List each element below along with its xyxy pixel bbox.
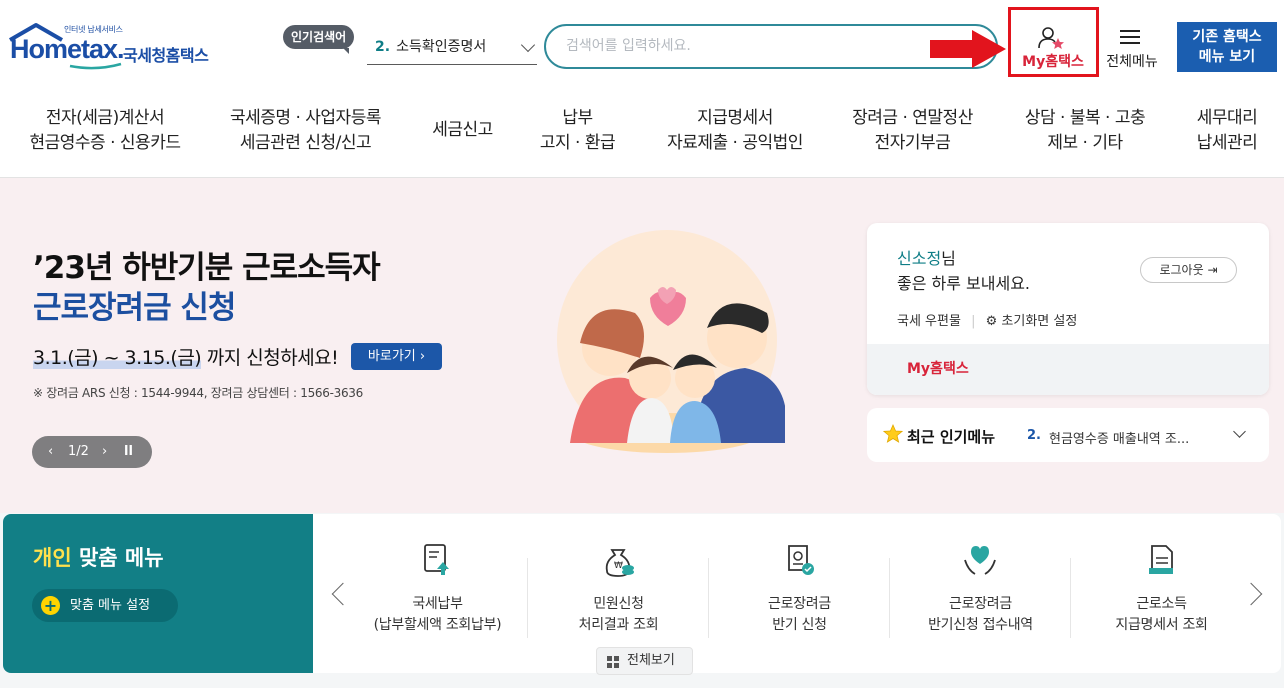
- recent-menu-title: 최근 인기메뉴: [907, 428, 996, 446]
- user-name-suffix: 님: [941, 249, 956, 268]
- logout-button[interactable]: 로그아웃 ⇥: [1140, 257, 1237, 283]
- logout-label: 로그아웃: [1159, 263, 1204, 277]
- grid-icon: [607, 656, 619, 668]
- popular-search-tag: 인기검색어: [283, 25, 355, 54]
- money-bag-icon: ₩: [605, 549, 634, 577]
- legacy-menu-line2: 메뉴 보기: [1198, 49, 1256, 65]
- legacy-menu-button[interactable]: 기존 홈택스 메뉴 보기: [1177, 22, 1277, 72]
- title-rest: 맞춤 메뉴: [71, 546, 164, 570]
- pager-count: 1/2: [68, 444, 89, 459]
- banner-pager: ‹ 1/2 › ll: [32, 436, 152, 468]
- menu-settings-label: 맞춤 메뉴 설정: [70, 598, 151, 613]
- gnb-item-payment[interactable]: 납부 고지 · 환급: [525, 106, 630, 156]
- go-button[interactable]: 바로가기 ›: [351, 343, 442, 370]
- hometax-logo[interactable]: 인터넷 납세서비스 Hometax. 국세청홈택스: [6, 22, 221, 72]
- gnb-item-tax-filing[interactable]: 세금신고: [420, 118, 505, 143]
- divider: |: [971, 314, 976, 329]
- my-hometax-link[interactable]: My홈택스: [1016, 51, 1090, 71]
- logo-wordmark: Hometax.: [10, 34, 125, 64]
- my-hometax-card-link[interactable]: My홈택스: [907, 358, 969, 378]
- hero-date-text: 3.1.(금) ~ 3.15.(금) 까지 신청하세요!: [33, 343, 339, 370]
- hands-heart-icon: [964, 546, 996, 575]
- menu-item-incentive-apply[interactable]: 근로장려금 반기 신청: [709, 514, 890, 673]
- document-stack-icon: [1149, 545, 1173, 574]
- gnb-item-consulting[interactable]: 상담 · 불복 · 고충 제보 · 기타: [1010, 106, 1160, 156]
- view-all-label: 전체보기: [627, 653, 675, 668]
- plus-icon: +: [41, 596, 60, 615]
- title-highlight: 개인: [33, 546, 72, 570]
- star-icon: [883, 424, 903, 443]
- gnb-item-e-invoice[interactable]: 전자(세금)계산서 현금영수증 · 신용카드: [20, 106, 190, 156]
- hero-banner: ’23년 하반기분 근로소득자 근로장려금 신청 3.1.(금) ~ 3.15.…: [0, 178, 1284, 513]
- family-illustration-icon: [557, 230, 785, 453]
- popular-search-term: 소득확인증명서: [396, 39, 487, 55]
- menu-item-incentive-status[interactable]: 근로장려금 반기신청 접수내역: [890, 514, 1071, 673]
- document-badge-icon: [788, 545, 814, 575]
- view-all-button[interactable]: 전체보기: [596, 647, 693, 675]
- gnb-item-statements[interactable]: 지급명세서 자료제출 · 공익법인: [655, 106, 815, 156]
- hero-date-suffix: 까지 신청하세요!: [201, 347, 339, 369]
- logout-icon: ⇥: [1207, 263, 1218, 277]
- menu-item-label: 근로장려금 반기 신청: [768, 596, 831, 633]
- hero-title-line2: 근로장려금 신청: [33, 290, 236, 326]
- header: 인터넷 납세서비스 Hometax. 국세청홈택스 인기검색어 2. 소득확인증명…: [0, 0, 1284, 92]
- menu-item-tax-payment[interactable]: 국세납부 (납부할세액 조회납부): [347, 514, 528, 673]
- user-card: 신소정님 좋은 하루 보내세요. 로그아웃 ⇥ 국세 우편물 | ⚙ 초기화면 …: [867, 223, 1269, 395]
- gnb-item-tax-agent[interactable]: 세무대리 납세관리: [1182, 106, 1272, 156]
- personal-menu-carousel: 국세납부 (납부할세액 조회납부) ₩ 민원신청 처리결과 조회 근로장려금 반…: [313, 514, 1281, 673]
- user-name-value: 신소정: [897, 249, 942, 268]
- logo-korean-name: 국세청홈택스: [123, 46, 209, 65]
- popular-search-rank: 2.: [375, 39, 391, 55]
- chevron-down-icon[interactable]: [1233, 425, 1246, 438]
- menu-settings-button[interactable]: + 맞춤 메뉴 설정: [32, 589, 178, 622]
- full-menu-button[interactable]: 전체메뉴: [1101, 51, 1163, 71]
- menu-item-label: 국세납부 (납부할세액 조회납부): [373, 596, 502, 633]
- tax-payment-icon: [424, 544, 449, 575]
- personal-menu-title: 개인 맞춤 메뉴: [33, 542, 164, 572]
- personal-menu-section: 개인 맞춤 메뉴 + 맞춤 메뉴 설정 국세납부 (납부할세액 조회납부) ₩: [0, 513, 1284, 688]
- hero-note: ※ 장려금 ARS 신청 : 1544-9944, 장려금 상담센터 : 156…: [33, 386, 363, 400]
- hero-date-range: 3.1.(금) ~ 3.15.(금): [33, 347, 202, 369]
- menu-item-earned-income[interactable]: 근로소득 지급명세서 조회: [1071, 514, 1252, 673]
- personal-menu-panel: 개인 맞춤 메뉴 + 맞춤 메뉴 설정: [3, 514, 313, 673]
- chevron-down-icon: [520, 37, 536, 53]
- menu-item-label: 근로장려금 반기신청 접수내역: [928, 596, 1033, 633]
- user-greeting: 좋은 하루 보내세요.: [897, 274, 1031, 293]
- go-button-label: 바로가기: [367, 349, 416, 364]
- main-navigation: 전자(세금)계산서 현금영수증 · 신용카드 국세증명 · 사업자등록 세금관련…: [0, 92, 1284, 178]
- postbox-link[interactable]: 국세 우편물: [897, 314, 961, 329]
- pause-icon[interactable]: ll: [124, 436, 133, 468]
- recent-popular-menu[interactable]: 최근 인기메뉴 2. 현금영수증 매출내역 조...: [867, 408, 1269, 462]
- svg-text:₩: ₩: [614, 561, 623, 571]
- recent-menu-rank: 2.: [1027, 428, 1041, 443]
- next-arrow-icon[interactable]: ›: [102, 436, 107, 468]
- logo-swoosh-icon: [69, 62, 122, 70]
- legacy-menu-line1: 기존 홈택스: [1192, 29, 1262, 45]
- reset-home-link[interactable]: 초기화면 설정: [1001, 314, 1077, 329]
- user-name: 신소정님: [897, 245, 956, 269]
- gnb-item-incentive[interactable]: 장려금 · 연말정산 전자기부금: [840, 106, 985, 156]
- recent-menu-text: 현금영수증 매출내역 조...: [1049, 432, 1190, 447]
- hamburger-icon[interactable]: [1120, 30, 1140, 44]
- user-star-icon: [1038, 27, 1064, 49]
- hero-title-line1: ’23년 하반기분 근로소득자: [33, 250, 381, 286]
- red-arrow-annotation-icon: [930, 30, 1006, 68]
- menu-item-label: 민원신청 처리결과 조회: [578, 596, 659, 633]
- user-links: 국세 우편물 | ⚙ 초기화면 설정: [897, 310, 1077, 329]
- prev-arrow-icon[interactable]: ‹: [48, 436, 53, 468]
- menu-item-label: 근로소득 지급명세서 조회: [1115, 596, 1208, 633]
- gear-icon: ⚙: [985, 314, 998, 329]
- gnb-item-certificate[interactable]: 국세증명 · 사업자등록 세금관련 신청/신고: [213, 106, 398, 156]
- popular-search-dropdown[interactable]: 2. 소득확인증명서: [367, 34, 537, 65]
